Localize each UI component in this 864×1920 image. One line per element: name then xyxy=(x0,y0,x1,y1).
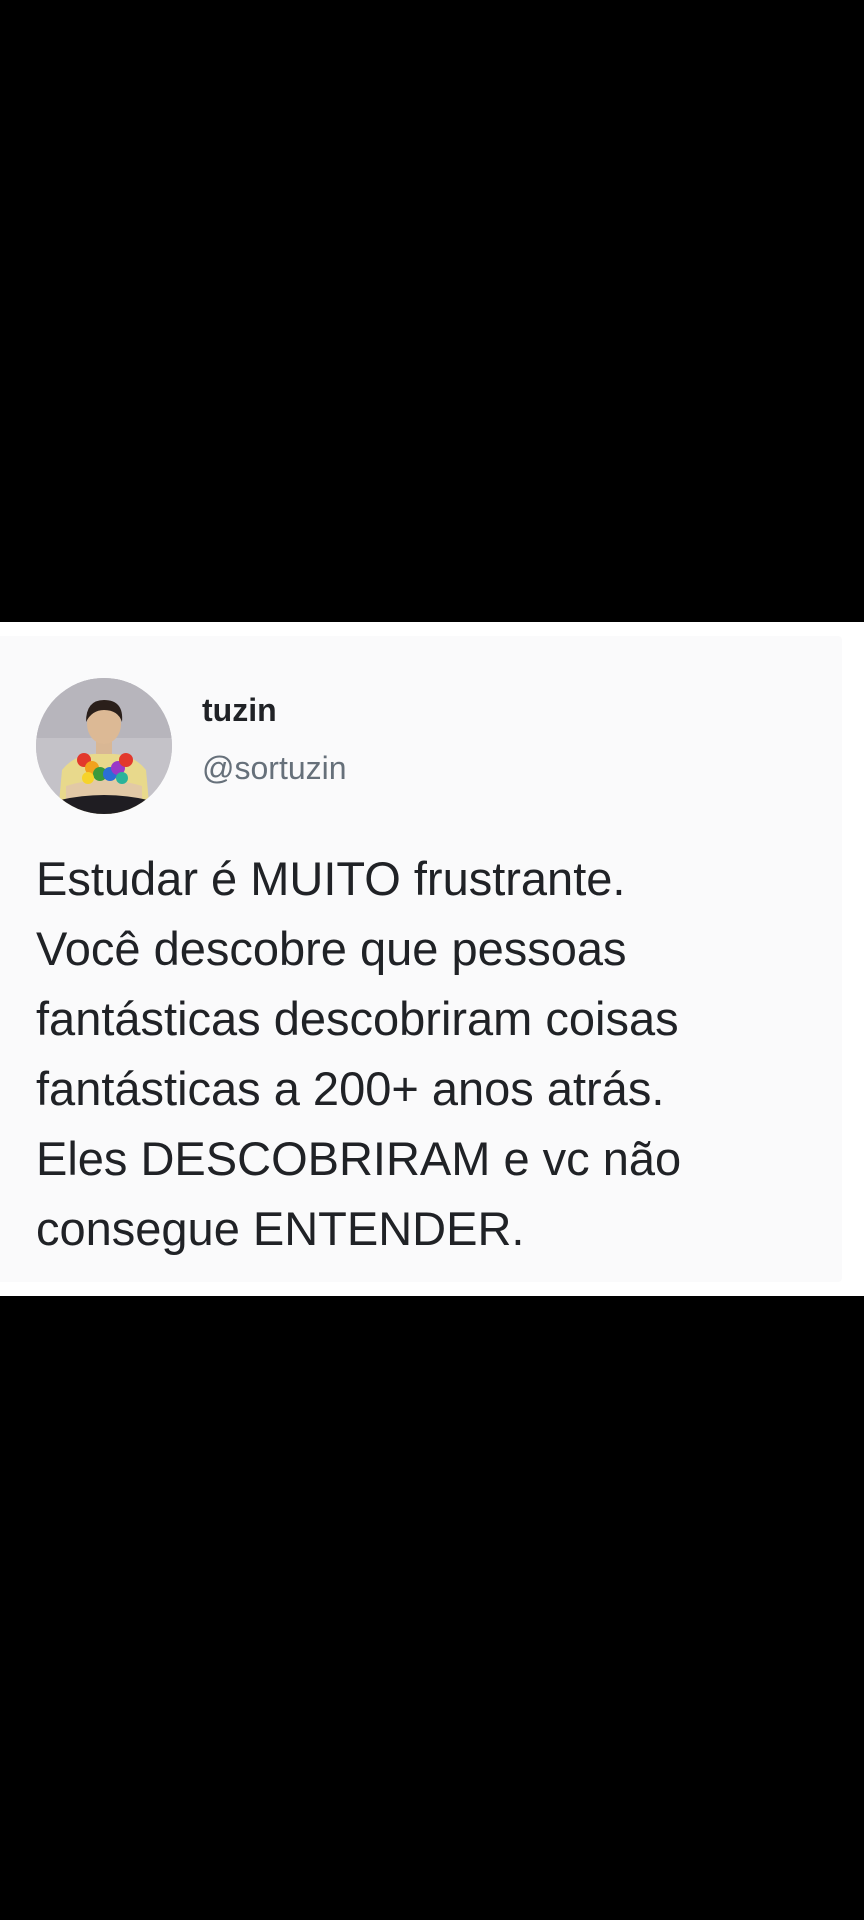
tweet-text-line: Estudar é MUITO frustrante. xyxy=(36,852,626,905)
tweet-text-line: Você descobre que pessoas xyxy=(36,922,627,975)
avatar[interactable] xyxy=(36,678,172,814)
author-display-name[interactable]: tuzin xyxy=(202,690,277,730)
author-handle[interactable]: @sortuzin xyxy=(202,748,347,788)
tweet-text-line: fantásticas descobriram coisas xyxy=(36,992,679,1045)
tweet-text-line: Eles DESCOBRIRAM e vc não xyxy=(36,1132,682,1185)
tweet-card: tuzin @sortuzin Estudar é MUITO frustran… xyxy=(0,622,864,1296)
tweet-content: tuzin @sortuzin Estudar é MUITO frustran… xyxy=(0,636,842,1282)
tweet-text-line: consegue ENTENDER. xyxy=(36,1202,525,1255)
profile-photo-icon xyxy=(36,678,172,814)
tweet-text: Estudar é MUITO frustrante. Você descobr… xyxy=(36,844,836,1264)
tweet-text-line: fantásticas a 200+ anos atrás. xyxy=(36,1062,665,1115)
